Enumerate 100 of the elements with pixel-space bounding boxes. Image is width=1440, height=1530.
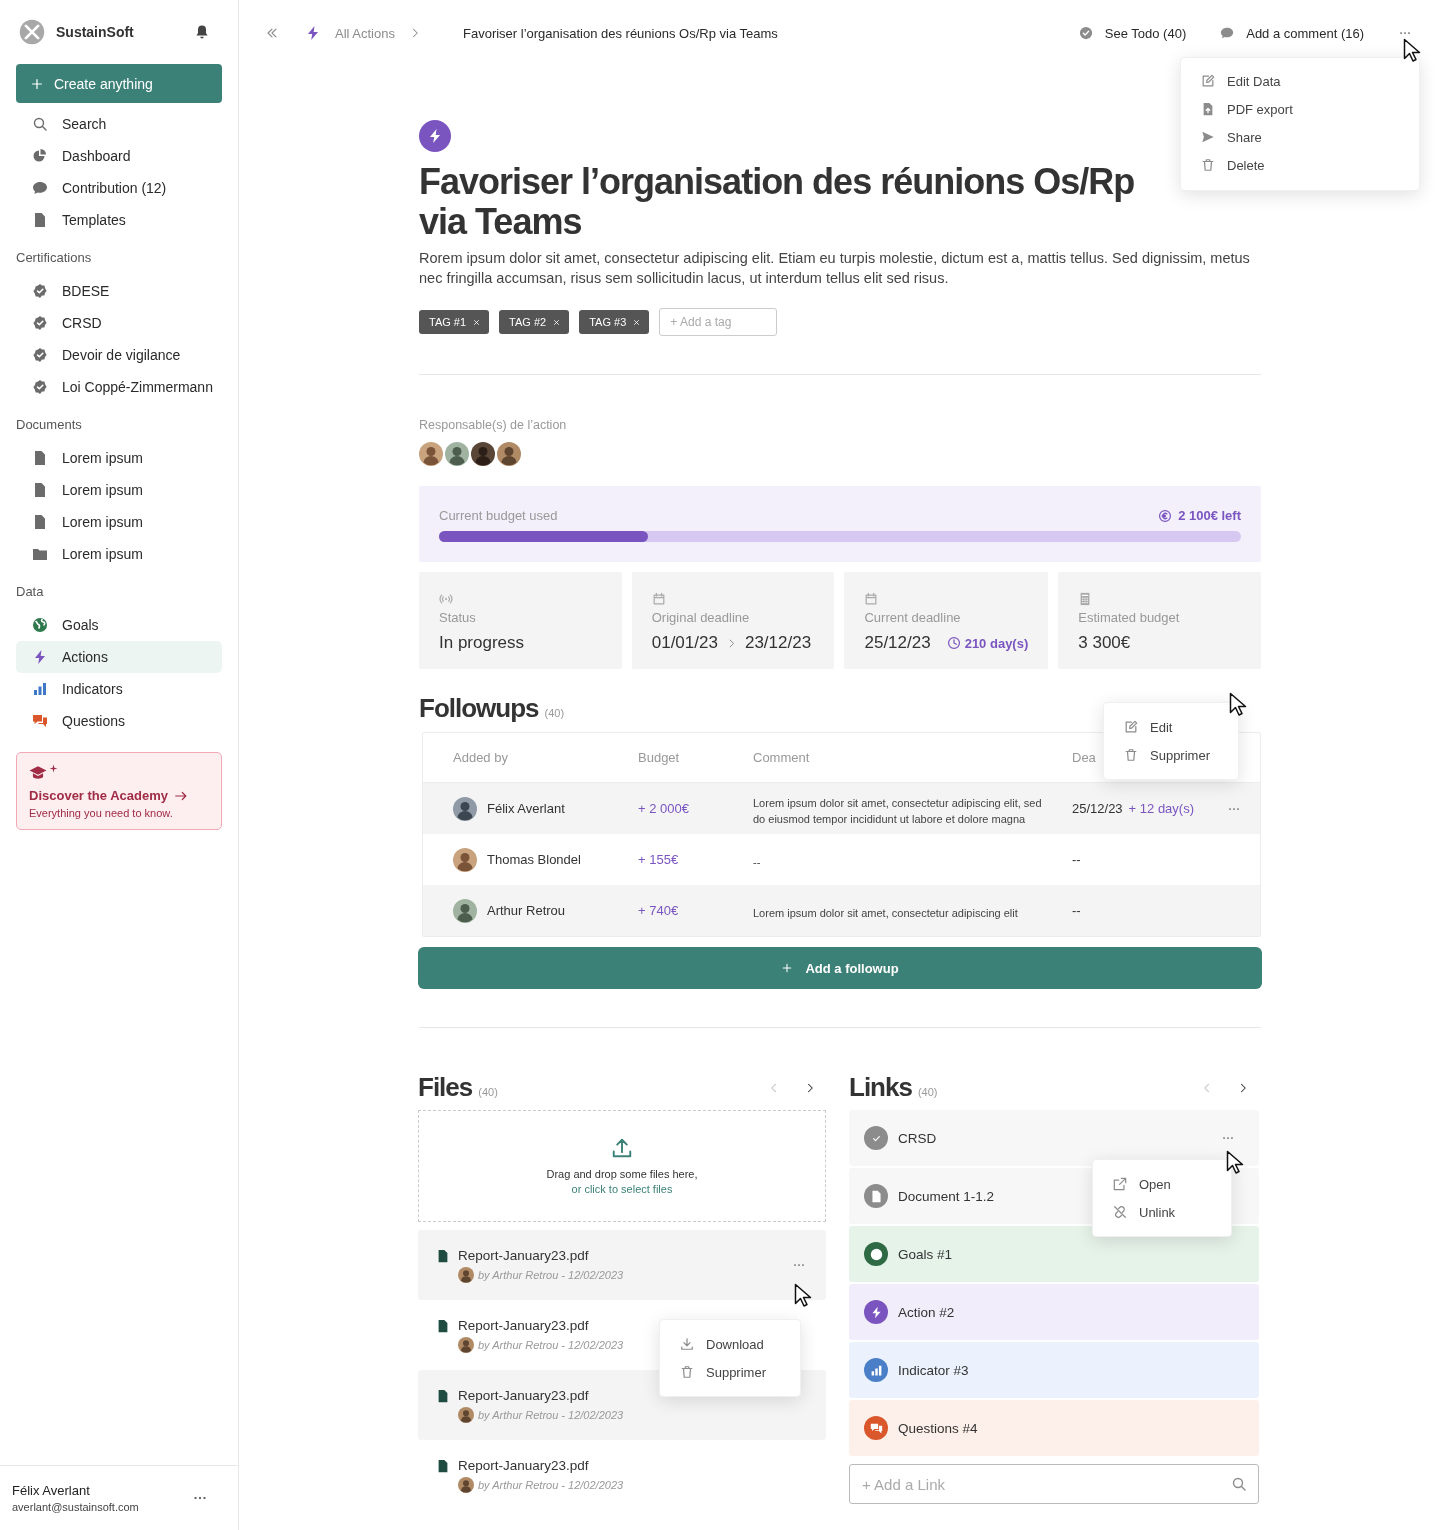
lightning-icon bbox=[419, 120, 451, 152]
nav-item[interactable]: CRSD bbox=[16, 307, 222, 339]
section-title: Documents bbox=[16, 416, 83, 434]
nav-item[interactable]: Contribution (12) bbox=[16, 172, 222, 204]
sparkle-icon bbox=[49, 764, 58, 773]
link-item[interactable]: CRSD bbox=[849, 1110, 1259, 1166]
create-button[interactable]: Create anything bbox=[16, 64, 222, 103]
link-item[interactable]: Action #2 bbox=[849, 1284, 1259, 1340]
deadline-date: 25/12/23 bbox=[1072, 801, 1123, 816]
add-link-field[interactable]: + Add a Link bbox=[849, 1464, 1259, 1504]
tag: TAG #2 bbox=[499, 310, 570, 334]
description: Rorem ipsum dolor sit amet, consectetur adipiscing elit. Etiam eu turpis molestie, dictum est a, mattis tellus. Sed dignissim, metus nec fringilla accumsan, risus sem sollicitudin lacus, ut interdum tellus elit sed risus. bbox=[419, 249, 1251, 288]
item-count: (40) bbox=[478, 1086, 498, 1098]
select-files-link[interactable]: or click to select files bbox=[571, 1183, 673, 1195]
avatar bbox=[458, 1477, 474, 1493]
nav-item[interactable]: Search bbox=[16, 108, 222, 140]
nav-item[interactable]: Devoir de vigilance bbox=[16, 339, 222, 371]
menu-item[interactable]: Supprimer bbox=[1104, 741, 1238, 769]
link-label: CRSD bbox=[898, 1130, 937, 1146]
document-icon bbox=[436, 1319, 450, 1333]
speech-bubbles-icon bbox=[864, 1416, 888, 1440]
stat-value: 3 300€ bbox=[1078, 633, 1131, 653]
person-name: Félix Averlant bbox=[487, 801, 565, 816]
euro-icon bbox=[1158, 508, 1173, 523]
signal-icon bbox=[439, 592, 453, 606]
nav-item[interactable]: Loi Coppé-Zimmermann bbox=[16, 371, 222, 403]
stat-label: Original deadline bbox=[651, 610, 751, 625]
menu-item[interactable]: PDF export bbox=[1181, 95, 1419, 123]
stat-label: Current deadline bbox=[864, 610, 962, 625]
academy-card[interactable]: Discover the Academy Everything you need to know. bbox=[16, 752, 222, 830]
file-name: Report-January23.pdf bbox=[458, 1458, 590, 1473]
tag-input[interactable]: + Add a tag bbox=[659, 308, 778, 336]
avatar bbox=[458, 1337, 474, 1353]
budget-remaining: 2 100€ left bbox=[1178, 508, 1241, 523]
badge-check-icon bbox=[32, 347, 48, 363]
breadcrumb-current: Favoriser l’organisation des réunions Os/Rp via Teams bbox=[463, 25, 778, 41]
column-header: Dea bbox=[1072, 750, 1096, 765]
menu-item[interactable]: Edit bbox=[1104, 713, 1238, 741]
add-followup-button[interactable]: Add a followup bbox=[418, 947, 1262, 989]
link-item[interactable]: Goals #1 bbox=[849, 1226, 1259, 1282]
menu-item[interactable]: Open bbox=[1093, 1170, 1231, 1198]
download-icon bbox=[680, 1337, 694, 1351]
menu-item[interactable]: Supprimer bbox=[660, 1358, 800, 1386]
nav-item[interactable]: Lorem ipsum bbox=[16, 442, 222, 474]
menu-item[interactable]: Share bbox=[1181, 123, 1419, 151]
badge-check-icon bbox=[32, 315, 48, 331]
search-icon bbox=[1231, 1476, 1247, 1492]
nav-item[interactable]: Lorem ipsum bbox=[16, 538, 222, 570]
remaining-days: 210 day(s) bbox=[964, 635, 1029, 651]
menu-item[interactable]: Unlink bbox=[1093, 1198, 1231, 1226]
avatar bbox=[497, 442, 521, 466]
trash-icon bbox=[1201, 158, 1215, 172]
person-name: Thomas Blondel bbox=[487, 852, 581, 867]
upload-icon bbox=[611, 1137, 633, 1159]
tag: TAG #1 bbox=[419, 310, 490, 334]
document-icon bbox=[32, 514, 48, 530]
document-icon bbox=[32, 212, 48, 228]
plus-icon bbox=[30, 76, 44, 91]
search-icon bbox=[32, 116, 48, 132]
page-title: Favoriser l’organisation des réunions Os/Rp via Teams bbox=[419, 162, 1136, 242]
file-name: Report-January23.pdf bbox=[458, 1248, 590, 1263]
menu-item[interactable]: Download bbox=[660, 1330, 800, 1358]
nav-item[interactable]: Templates bbox=[16, 204, 222, 236]
unlink-icon bbox=[1113, 1205, 1127, 1219]
section-heading: Followups bbox=[419, 693, 539, 724]
document-icon bbox=[32, 482, 48, 498]
budget-amount: + 155€ bbox=[638, 852, 680, 867]
menu-item[interactable]: Edit Data bbox=[1181, 67, 1419, 95]
edit-icon bbox=[1124, 720, 1138, 734]
collapse-icon[interactable] bbox=[265, 26, 279, 40]
lightning-icon bbox=[864, 1300, 888, 1324]
file-dropzone[interactable]: Drag and drop some files here, or click to select files bbox=[418, 1110, 826, 1222]
nav-item[interactable]: Lorem ipsum bbox=[16, 474, 222, 506]
bar-chart-icon bbox=[32, 681, 48, 697]
trash-icon bbox=[680, 1365, 694, 1379]
comment-text: Lorem ipsum dolor sit amet, consectetur adipiscing elit, sed do eiusmod tempor incididunt ut labore et dolore magna bbox=[753, 795, 1043, 827]
budget-amount: + 740€ bbox=[638, 903, 680, 918]
nav-item[interactable]: BDESE bbox=[16, 275, 222, 307]
comment-text: Lorem ipsum dolor sit amet, consectetur adipiscing elit bbox=[753, 905, 1019, 921]
lightning-icon bbox=[32, 649, 48, 665]
clock-icon bbox=[946, 636, 961, 650]
link-item[interactable]: Indicator #3 bbox=[849, 1342, 1259, 1398]
notification-icon[interactable] bbox=[194, 24, 210, 40]
stat-value: In progress bbox=[439, 633, 525, 653]
todo-link[interactable]: See Todo (40) bbox=[1078, 25, 1187, 41]
nav-item[interactable]: Indicators bbox=[16, 673, 222, 705]
link-item[interactable]: Questions #4 bbox=[849, 1400, 1259, 1456]
nav-item[interactable]: Questions bbox=[16, 705, 222, 737]
bar-chart-icon bbox=[864, 1358, 888, 1382]
link-label: Questions #4 bbox=[898, 1420, 978, 1436]
nav-item[interactable]: Goals bbox=[16, 609, 222, 641]
column-header: Added by bbox=[453, 750, 508, 765]
menu-item[interactable]: Delete bbox=[1181, 151, 1419, 179]
nav-item[interactable]: Actions bbox=[16, 641, 222, 673]
document-icon bbox=[32, 450, 48, 466]
nav-item[interactable]: Lorem ipsum bbox=[16, 506, 222, 538]
comment-link[interactable]: Add a comment (16) bbox=[1220, 25, 1364, 41]
breadcrumb-link[interactable]: All Actions bbox=[335, 25, 395, 41]
nav-item[interactable]: Dashboard bbox=[16, 140, 222, 172]
file-name: Report-January23.pdf bbox=[458, 1318, 590, 1333]
